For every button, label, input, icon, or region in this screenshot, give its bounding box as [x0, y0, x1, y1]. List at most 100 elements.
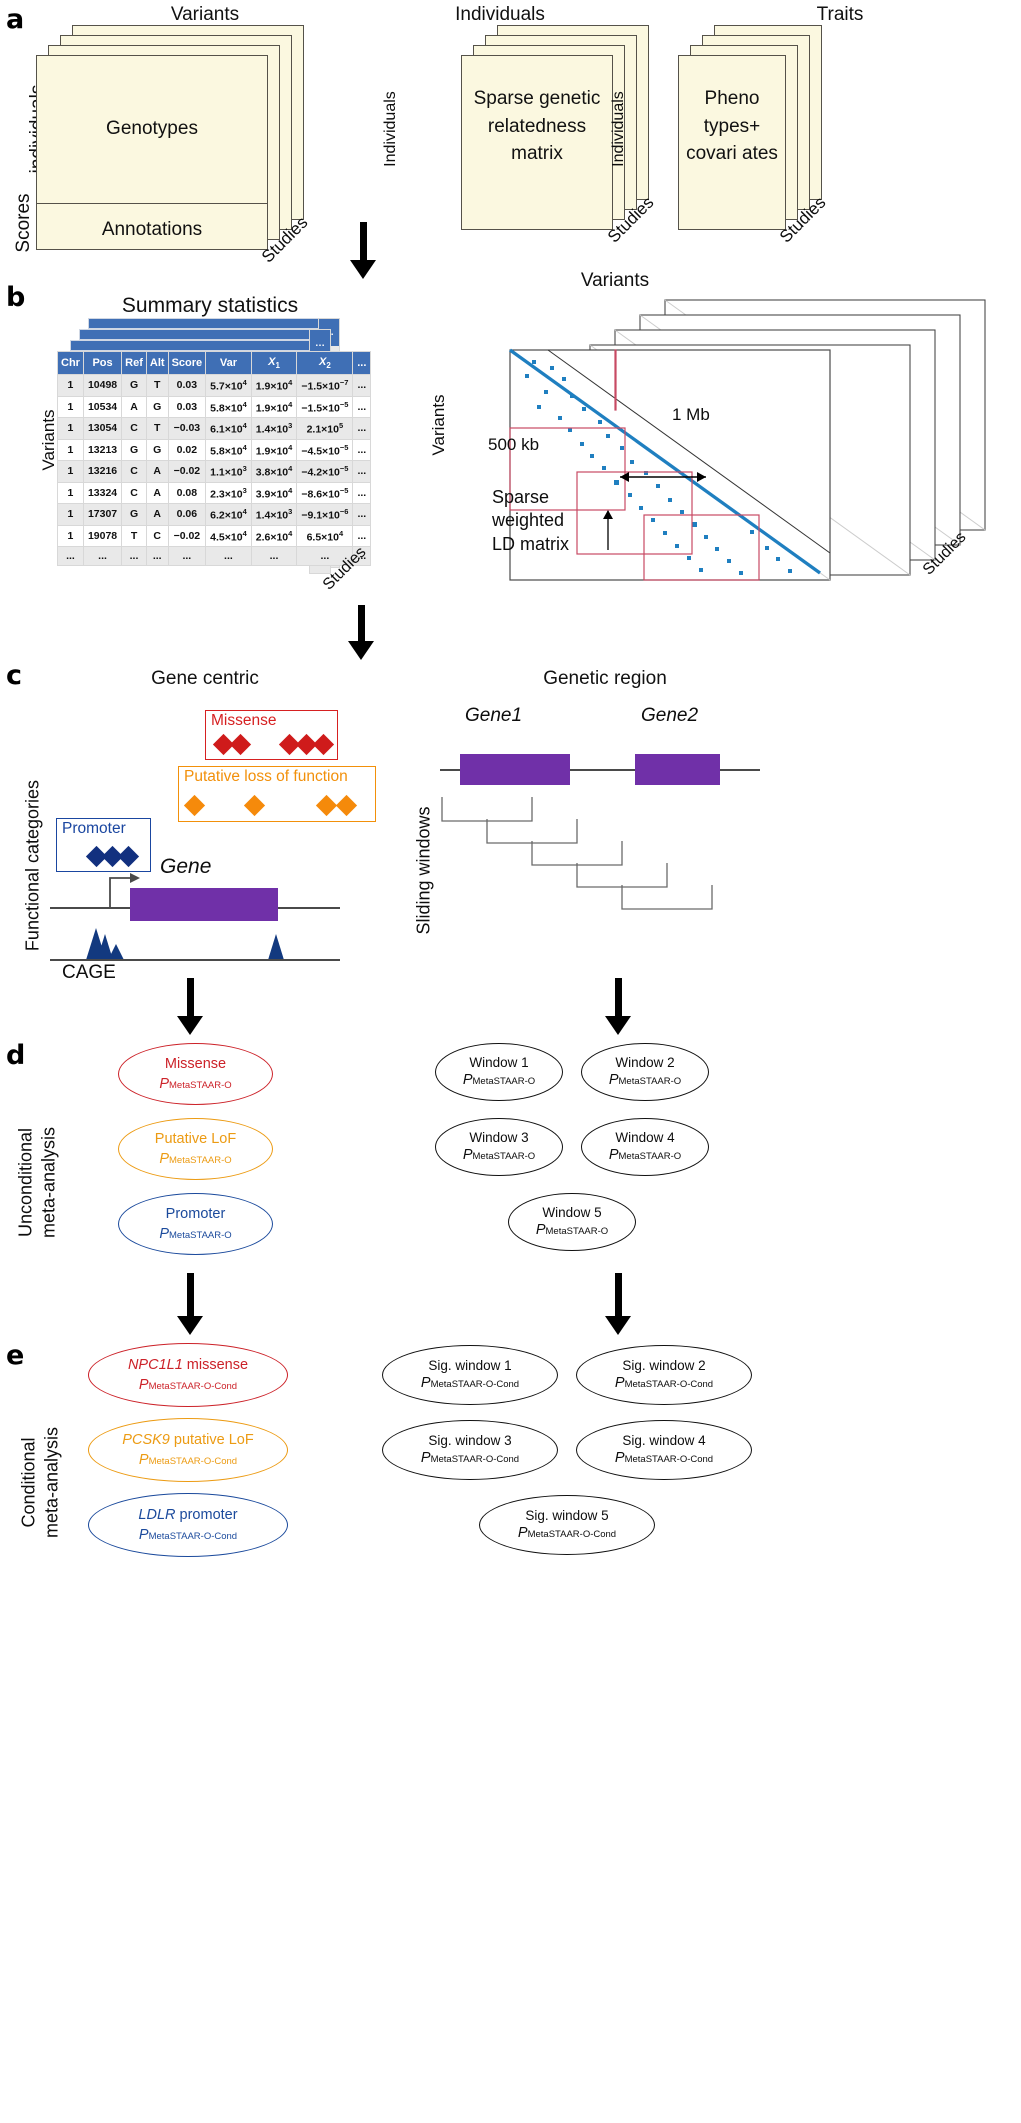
panel-letter-b: b [6, 282, 25, 313]
cell: T [145, 374, 169, 397]
cell: 5.8×104 [205, 438, 252, 462]
cell: G [145, 438, 169, 462]
window-ellipse-1[interactable]: Window 1 PMetaSTAAR-O [435, 1043, 563, 1101]
window-pvalue-2: PMetaSTAAR-O [608, 1072, 682, 1089]
col-pos: Pos [82, 350, 123, 376]
cell: C [121, 460, 147, 483]
cell: C [145, 524, 169, 548]
window-label-1: Window 1 [469, 1054, 529, 1070]
panel-b-ld-top-label: Variants [580, 270, 650, 291]
ld-caption-line1: Sparse [492, 487, 550, 507]
cell: 1 [57, 460, 84, 483]
cell: 1.9×104 [250, 395, 298, 419]
panel-e-axis-label: Conditional meta-analysis [18, 1393, 63, 1573]
panel-a-stack1-sheet1-front: Genotypes Annotations [36, 55, 268, 250]
cond-result-ellipse-pcsk9[interactable]: PCSK9 putative LoF PMetaSTAAR-O-Cond [88, 1418, 288, 1482]
cell: −8.6×10−5 [296, 481, 354, 505]
sig-window-ellipse-5[interactable]: Sig. window 5 PMetaSTAAR-O-Cond [479, 1495, 655, 1555]
ld-annotation-500kb: 500 kb [488, 435, 540, 454]
cell: 1.9×104 [250, 374, 298, 397]
result-pvalue-lof: PMetaSTAAR-O [159, 1151, 232, 1167]
table-row: 1 13054 C T −0.03 6.1×104 1.4×103 2.1×105... [57, 417, 372, 440]
window-ellipse-3[interactable]: Window 3 PMetaSTAAR-O [435, 1118, 563, 1176]
cell: 0.03 [167, 374, 207, 397]
sig-window-label-5: Sig. window 5 [525, 1507, 609, 1523]
cell: C [121, 417, 147, 440]
table-row: 1 17307 G A 0.06 6.2×104 1.4×103 −9.1×10−6... [57, 503, 372, 526]
cond-result-label-pcsk9: PCSK9 putative LoF [122, 1431, 254, 1448]
category-box-lof: Putative loss of function [178, 766, 376, 822]
variant-diamond-missense-5 [312, 733, 335, 756]
ld-caption: Sparse weighted LD matrix [492, 486, 569, 556]
cell: 1 [57, 374, 84, 397]
panel-a-stack1-top-label: Variants [170, 4, 240, 25]
table-row: 1 10534 A G 0.03 5.8×104 1.9×104 −1.5×10−5... [57, 395, 372, 419]
cell: 2.1×105 [296, 417, 354, 440]
cell: 10498 [82, 374, 123, 397]
panel-b-left-axis-label: Variants [39, 409, 58, 471]
cell: 10534 [82, 395, 123, 419]
cell: −0.02 [167, 460, 207, 483]
cell: 13216 [82, 460, 123, 483]
cell: G [121, 438, 147, 462]
sig-window-ellipse-1[interactable]: Sig. window 1 PMetaSTAAR-O-Cond [382, 1345, 558, 1405]
arrow-c-to-d-right-head [605, 1016, 631, 1035]
sig-window-ellipse-4[interactable]: Sig. window 4 PMetaSTAAR-O-Cond [576, 1420, 752, 1480]
col-more: ... [352, 350, 372, 376]
sig-window-ellipse-2[interactable]: Sig. window 2 PMetaSTAAR-O-Cond [576, 1345, 752, 1405]
window-ellipse-5[interactable]: Window 5 PMetaSTAAR-O [508, 1193, 636, 1251]
window-ellipse-2[interactable]: Window 2 PMetaSTAAR-O [581, 1043, 709, 1101]
arrow-b-to-c-head [348, 641, 374, 660]
region-gene2-label: Gene2 [641, 705, 699, 726]
table-row: 1 10498 G T 0.03 5.7×104 1.9×104 −1.5×10−7... [57, 374, 372, 397]
cond-result-ellipse-ldlr[interactable]: LDLR promoter PMetaSTAAR-O-Cond [88, 1493, 288, 1557]
panel-c-left-title: Gene centric [151, 668, 259, 689]
panel-c-left-axis-label: Functional categories [22, 779, 43, 952]
cond-result-label-ldlr: LDLR promoter [138, 1506, 238, 1523]
cell: 13054 [82, 417, 123, 440]
cell: 1 [57, 524, 84, 548]
col-alt: Alt [145, 350, 169, 376]
panel-c-right-axis-label: Sliding windows [413, 806, 434, 935]
window-label-4: Window 4 [615, 1129, 675, 1145]
sig-window-pvalue-4: PMetaSTAAR-O-Cond [614, 1450, 714, 1467]
panel-a-stack2-top-label: Individuals [455, 4, 545, 25]
cell: ... [352, 374, 372, 397]
panel-a-cell-annotations: Annotations [101, 219, 203, 240]
cell: G [145, 395, 169, 419]
result-ellipse-lof[interactable]: Putative LoF PMetaSTAAR-O [118, 1118, 273, 1180]
cell: C [121, 481, 147, 505]
cell: 0.08 [167, 481, 207, 505]
arrow-c-to-d-left-head [177, 1016, 203, 1035]
cell: 1.4×103 [250, 417, 298, 440]
cell: −0.02 [167, 524, 207, 548]
cell: 2.6×104 [250, 524, 298, 548]
cell: 2.3×103 [205, 481, 252, 505]
result-ellipse-missense[interactable]: Missense PMetaSTAAR-O [118, 1043, 273, 1105]
cond-result-ellipse-npc1l1[interactable]: NPC1L1 missense PMetaSTAAR-O-Cond [88, 1343, 288, 1407]
cell: 6.2×104 [205, 503, 252, 526]
cell: T [145, 417, 169, 440]
cell: G [121, 503, 147, 526]
panel-b-table-stack4 [88, 318, 338, 329]
cell: ... [352, 481, 372, 505]
sig-window-pvalue-3: PMetaSTAAR-O-Cond [420, 1450, 520, 1467]
table-row: 1 13216 C A −0.02 1.1×103 3.8×104 −4.2×10−5... [57, 460, 372, 483]
cell: 3.8×104 [250, 460, 298, 483]
arrow-d-to-e-left [187, 1273, 194, 1320]
panel-a-stack3-top-label: Traits [816, 4, 864, 25]
cell: 1 [57, 503, 84, 526]
variant-diamond-lof-3 [315, 794, 338, 817]
sig-window-ellipse-3[interactable]: Sig. window 3 PMetaSTAAR-O-Cond [382, 1420, 558, 1480]
cond-result-pvalue-pcsk9: PMetaSTAAR-O-Cond [138, 1452, 238, 1468]
cell: −1.5×10−5 [296, 395, 354, 419]
cell: 0.03 [167, 395, 207, 419]
result-ellipse-promoter[interactable]: Promoter PMetaSTAAR-O [118, 1193, 273, 1255]
panel-d-axis-label: Unconditional meta-analysis [15, 1088, 60, 1278]
cell: 19078 [82, 524, 123, 548]
panel-a-cell-grm: Sparse genetic relatedness matrix [473, 88, 601, 165]
sig-window-label-2: Sig. window 2 [622, 1357, 706, 1373]
arrow-c-to-d-right [615, 978, 622, 1020]
window-pvalue-1: PMetaSTAAR-O [462, 1072, 536, 1089]
window-ellipse-4[interactable]: Window 4 PMetaSTAAR-O [581, 1118, 709, 1176]
